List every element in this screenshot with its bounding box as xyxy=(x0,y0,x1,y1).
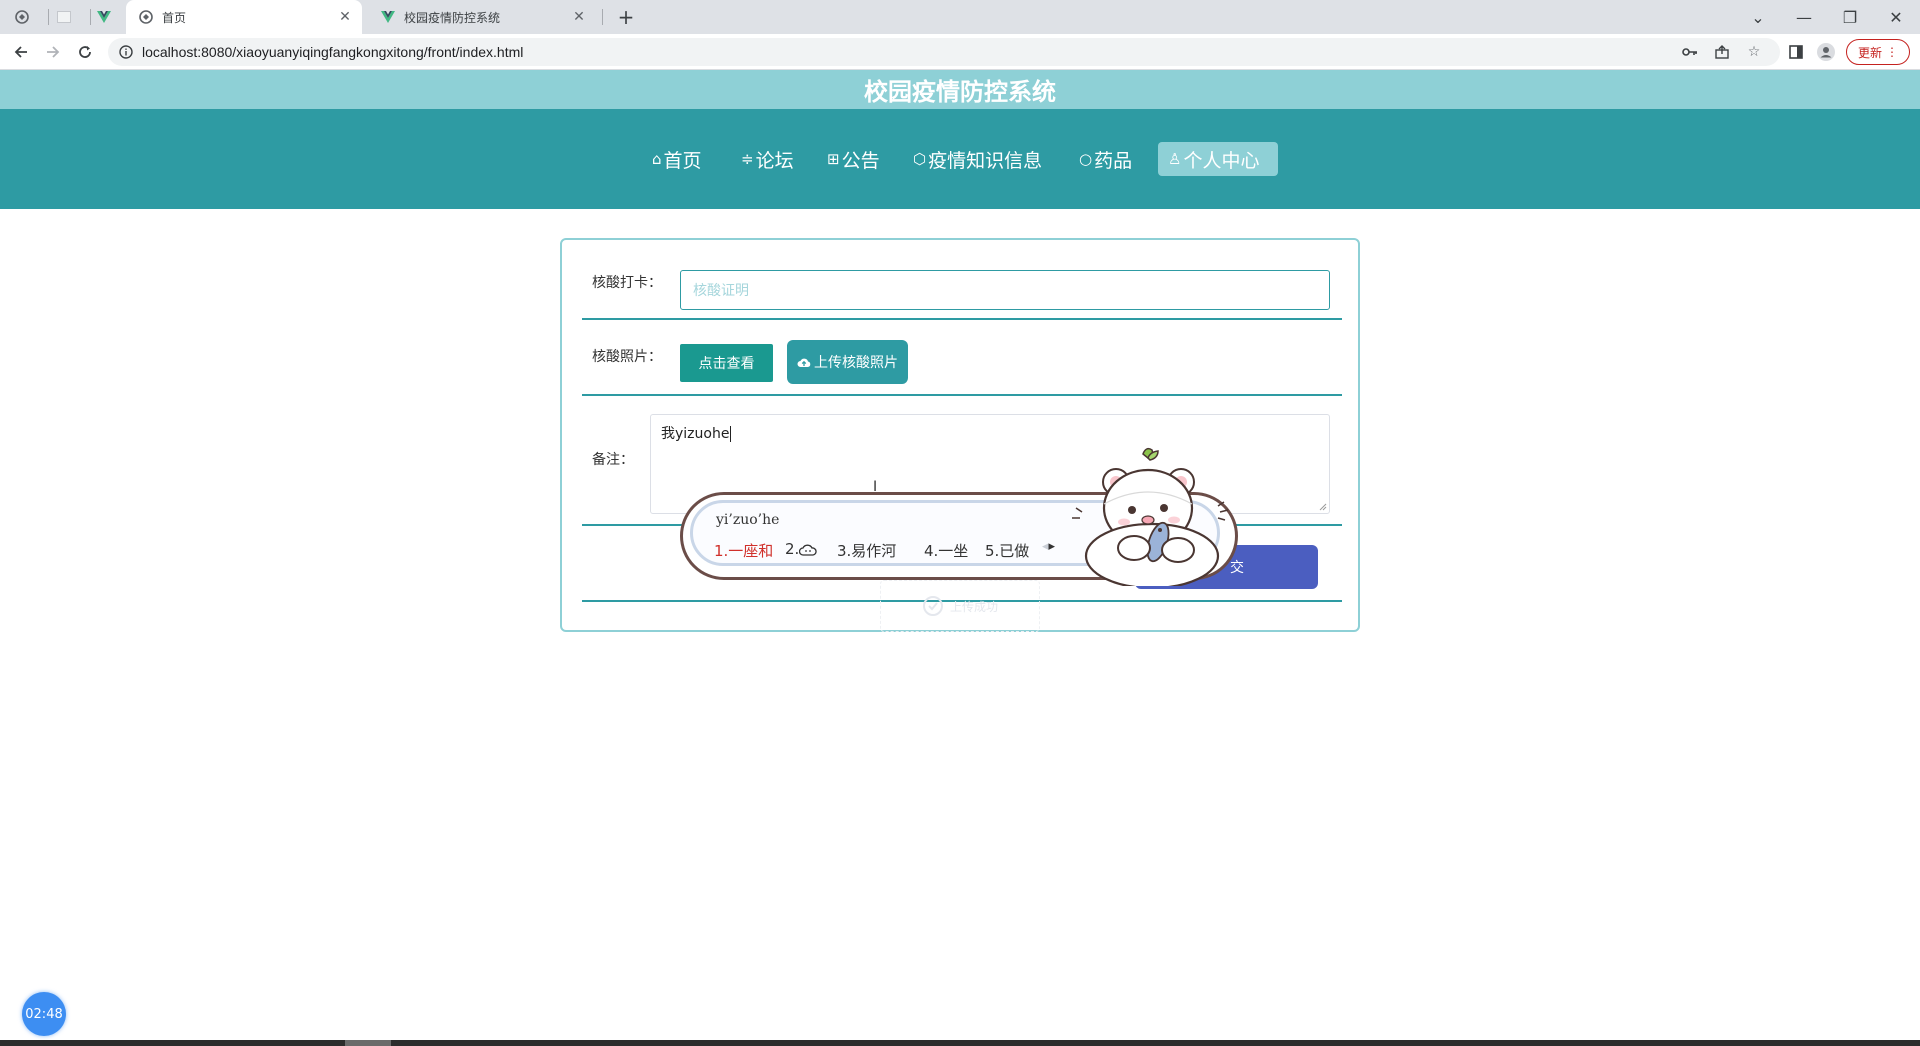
faded-upload-label: 上传成功 xyxy=(949,599,998,614)
circle-icon: ○ xyxy=(1079,150,1093,168)
page-right-arrow-icon[interactable]: ▸ xyxy=(1049,539,1056,554)
ime-candidate-5[interactable]: 5.已做 xyxy=(985,540,1029,561)
address-bar[interactable]: localhost:8080/xiaoyuanyiqingfangkongxit… xyxy=(108,38,1780,66)
timer-text: 02:48 xyxy=(25,1006,63,1022)
ime-candidate-4[interactable]: 4.一坐 xyxy=(924,540,968,561)
globe-icon xyxy=(14,9,30,25)
url-text: localhost:8080/xiaoyuanyiqingfangkongxit… xyxy=(142,44,524,60)
vue-logo-icon xyxy=(96,9,112,25)
key-icon[interactable] xyxy=(1680,42,1700,62)
nav-epidemic-knowledge-label: 疫情知识信息 xyxy=(928,149,1043,172)
main-navbar: ⌂ 首页 ≑ 论坛 ⊞ 公告 ⬡ 疫情知识信息 ○ 药品 ♙ 个人中心 xyxy=(0,109,1920,209)
plus-icon: + xyxy=(617,5,635,29)
home-icon: ⌂ xyxy=(652,150,662,168)
nav-home-label: 首页 xyxy=(663,149,702,172)
remark-text: 我yizuohe xyxy=(661,426,730,442)
restore-icon[interactable]: ❐ xyxy=(1828,0,1872,34)
timer-badge[interactable]: 02:48 xyxy=(22,992,66,1036)
nucleic-checkin-label: 核酸打卡： xyxy=(592,275,662,291)
tab-title: 校园疫情防控系统 xyxy=(404,10,501,25)
minimize-icon[interactable]: — xyxy=(1782,0,1826,34)
site-title: 校园疫情防控系统 xyxy=(864,78,1056,106)
view-photo-button[interactable]: 点击查看 xyxy=(680,344,773,382)
browser-toolbar: localhost:8080/xiaoyuanyiqingfangkongxit… xyxy=(0,34,1920,70)
site-info-icon[interactable] xyxy=(116,42,136,62)
row-divider xyxy=(582,394,1342,396)
tab-title: 首页 xyxy=(162,10,187,25)
update-label: 更新 xyxy=(1857,45,1882,60)
cloud-upload-icon xyxy=(797,357,811,368)
side-panel-icon[interactable] xyxy=(1784,40,1808,64)
close-tab-icon[interactable]: ✕ xyxy=(336,8,354,26)
nav-home[interactable]: ⌂ 首页 xyxy=(642,142,712,176)
cube-icon: ⬡ xyxy=(913,150,927,168)
user-icon: ♙ xyxy=(1168,150,1182,168)
nav-forum-label: 论坛 xyxy=(755,149,794,172)
faded-upload-area: 上传成功 xyxy=(880,580,1040,632)
ime-candidate-3[interactable]: 3.易作河 xyxy=(837,540,896,561)
bottom-scrollbar xyxy=(0,1040,1920,1046)
cloud-emoji-icon xyxy=(799,544,817,556)
nav-epidemic-knowledge[interactable]: ⬡ 疫情知识信息 xyxy=(903,142,1052,176)
tab-1[interactable] xyxy=(14,0,42,34)
reload-icon[interactable] xyxy=(73,40,97,64)
tab-search-icon[interactable]: ⌄ xyxy=(1736,0,1780,34)
tab-2[interactable] xyxy=(56,0,84,34)
close-window-icon[interactable]: ✕ xyxy=(1874,0,1918,34)
nav-personal-center-label: 个人中心 xyxy=(1183,149,1260,172)
update-button[interactable]: 更新 ⋮ xyxy=(1846,39,1910,65)
nucleic-photo-label: 核酸照片： xyxy=(592,349,662,365)
blank-page-icon xyxy=(56,9,72,25)
ime-candidate-1[interactable]: 1.一座和 xyxy=(714,540,773,561)
row-divider xyxy=(582,318,1342,320)
resize-handle-icon[interactable] xyxy=(1319,503,1327,511)
nav-medicine[interactable]: ○ 药品 xyxy=(1069,142,1142,176)
back-arrow-icon[interactable] xyxy=(9,40,33,64)
view-photo-button-label: 点击查看 xyxy=(698,356,755,372)
tab-system[interactable]: 校园疫情防控系统 ✕ xyxy=(366,0,596,34)
forward-arrow-icon[interactable] xyxy=(41,40,65,64)
bear-mascot-icon xyxy=(1072,447,1229,586)
nav-notice[interactable]: ⊞ 公告 xyxy=(817,142,890,176)
profile-avatar-icon[interactable] xyxy=(1814,40,1838,64)
nucleic-proof-input[interactable] xyxy=(680,270,1330,310)
ime-candidate-2[interactable]: 2. xyxy=(785,540,817,558)
ime-pinyin: yi’zuo’he xyxy=(716,512,780,528)
sliders-icon: ≑ xyxy=(741,150,754,168)
browser-tab-strip: 首页 ✕ 校园疫情防控系统 ✕ + ⌄ — ❐ ✕ xyxy=(0,0,1920,34)
new-tab-button[interactable]: + xyxy=(612,0,640,34)
tab-3[interactable] xyxy=(96,0,124,34)
remark-label: 备注： xyxy=(592,452,634,468)
bookmark-star-icon[interactable]: ☆ xyxy=(1744,42,1764,62)
site-title-bar: 校园疫情防控系统 xyxy=(0,70,1920,109)
upload-nucleic-photo-button[interactable]: 上传核酸照片 xyxy=(787,340,908,384)
ime-candidate-popup: yi’zuo’he 1.一座和 2. 3.易作河 4.一坐 5.已做 ◂▸ xyxy=(680,447,1238,586)
nav-notice-label: 公告 xyxy=(841,149,880,172)
nav-medicine-label: 药品 xyxy=(1094,149,1133,172)
apps-icon: ⊞ xyxy=(827,150,840,168)
vue-logo-icon xyxy=(380,9,396,25)
success-circle-icon xyxy=(922,595,944,617)
scrollbar-thumb[interactable] xyxy=(345,1040,391,1046)
tab-home[interactable]: 首页 ✕ xyxy=(126,0,362,34)
share-icon[interactable] xyxy=(1712,42,1732,62)
close-tab-icon[interactable]: ✕ xyxy=(570,8,588,26)
ime-candidate-2-number: 2. xyxy=(785,540,800,558)
nav-forum[interactable]: ≑ 论坛 xyxy=(731,142,804,176)
ime-page-arrows[interactable]: ◂▸ xyxy=(1042,539,1055,554)
upload-nucleic-photo-label: 上传核酸照片 xyxy=(814,355,898,371)
more-menu-icon: ⋮ xyxy=(1886,45,1898,59)
nav-personal-center[interactable]: ♙ 个人中心 xyxy=(1158,142,1278,176)
globe-icon xyxy=(138,9,154,25)
